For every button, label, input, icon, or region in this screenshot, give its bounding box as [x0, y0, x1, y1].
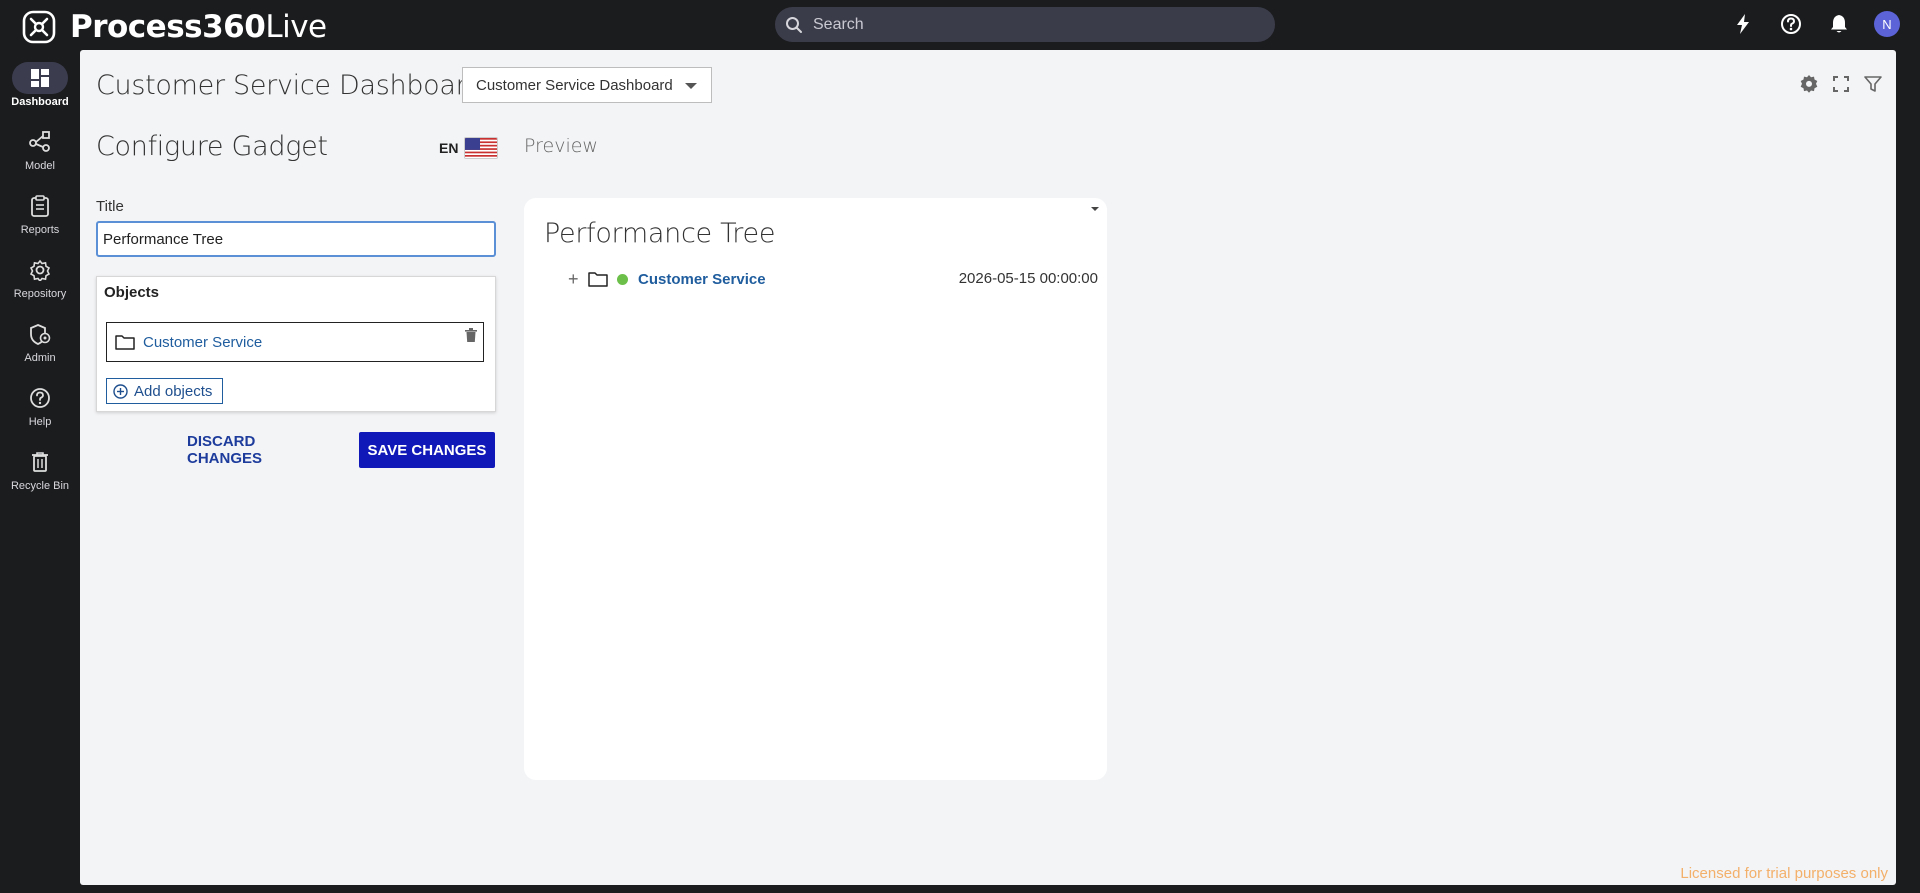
sidebar-item-label: Reports: [20, 224, 60, 236]
license-notice: Licensed for trial purposes only: [1680, 865, 1888, 882]
main-content: Customer Service Dashboard Customer Serv…: [80, 50, 1896, 885]
dashboard-tools: [1798, 73, 1884, 95]
objects-panel: Objects Customer Service Add objects: [96, 276, 496, 412]
dashboard-title: Customer Service Dashboard: [96, 70, 483, 101]
search-icon: [786, 16, 802, 33]
preview-label: Preview: [524, 135, 598, 157]
sidebar-item-reports[interactable]: Reports: [0, 190, 80, 248]
us-flag-icon: [464, 137, 499, 159]
process360-logo-icon: [22, 10, 56, 44]
top-bar: Process360Live N: [0, 0, 1920, 50]
help-circle-icon[interactable]: [1778, 11, 1804, 37]
dashboard-select-value: Customer Service Dashboard: [476, 76, 673, 94]
add-objects-label: Add objects: [134, 382, 213, 400]
sidebar: Dashboard Model Reports Repository Admin…: [0, 50, 80, 893]
objects-header: Objects: [104, 284, 160, 301]
dashboard-select[interactable]: Customer Service Dashboard: [462, 67, 712, 103]
language-code: EN: [439, 140, 459, 156]
object-name-link[interactable]: Customer Service: [143, 334, 262, 351]
brand-name: Process360: [70, 9, 266, 45]
brand-suffix: Live: [265, 9, 327, 45]
sidebar-item-model[interactable]: Model: [0, 126, 80, 184]
dashboard-icon: [12, 62, 68, 94]
bell-icon[interactable]: [1826, 11, 1852, 37]
model-icon: [12, 126, 68, 158]
search-input[interactable]: [813, 15, 1253, 34]
lightning-icon[interactable]: [1730, 11, 1756, 37]
recycle-bin-icon: [12, 446, 68, 478]
sidebar-item-label: Repository: [13, 288, 67, 300]
help-icon: [12, 382, 68, 414]
tree-node-timestamp: 2026-05-15 00:00:00: [958, 270, 1098, 287]
gear-icon[interactable]: [1798, 73, 1820, 95]
reports-icon: [12, 190, 68, 222]
sidebar-item-help[interactable]: Help: [0, 382, 80, 440]
folder-icon: [588, 272, 608, 287]
admin-icon: [12, 318, 68, 350]
status-indicator: [617, 273, 628, 285]
sidebar-item-dashboard[interactable]: Dashboard: [0, 62, 80, 120]
top-actions: N: [1730, 11, 1900, 37]
user-avatar[interactable]: N: [1874, 11, 1900, 37]
title-input[interactable]: [96, 221, 496, 257]
sidebar-item-label: Dashboard: [11, 96, 69, 108]
discard-changes-button[interactable]: DISCARD CHANGES: [187, 432, 332, 468]
object-item: Customer Service: [106, 322, 484, 362]
sidebar-item-label: Help: [28, 416, 52, 428]
repository-icon: [12, 254, 68, 286]
sidebar-item-admin[interactable]: Admin: [0, 318, 80, 376]
add-objects-button[interactable]: Add objects: [106, 378, 223, 404]
folder-icon: [115, 335, 135, 350]
title-label: Title: [96, 198, 124, 215]
preview-card: Performance Tree + Customer Service 2026…: [524, 198, 1107, 780]
sidebar-item-label: Model: [25, 160, 55, 172]
card-menu-caret-icon[interactable]: [1091, 207, 1099, 211]
chevron-down-icon: [685, 83, 697, 89]
language-selector[interactable]: EN: [439, 137, 499, 159]
sidebar-item-label: Recycle Bin: [10, 480, 70, 492]
global-search[interactable]: [775, 7, 1275, 42]
configure-gadget-title: Configure Gadget: [96, 131, 328, 162]
trash-icon[interactable]: [465, 328, 477, 342]
tree-row: + Customer Service 2026-05-15 00:00:00: [568, 267, 1098, 291]
plus-circle-icon: [113, 383, 128, 399]
preview-card-title: Performance Tree: [544, 218, 776, 249]
sidebar-item-repository[interactable]: Repository: [0, 254, 80, 312]
fullscreen-icon[interactable]: [1830, 73, 1852, 95]
sidebar-item-label: Admin: [24, 352, 56, 364]
expand-plus-icon[interactable]: +: [568, 270, 582, 288]
app-logo[interactable]: Process360 Live: [22, 9, 327, 45]
save-changes-button[interactable]: SAVE CHANGES: [359, 432, 495, 468]
sidebar-item-recycle-bin[interactable]: Recycle Bin: [0, 446, 80, 504]
filter-icon[interactable]: [1862, 73, 1884, 95]
tree-node-link[interactable]: Customer Service: [638, 271, 766, 288]
